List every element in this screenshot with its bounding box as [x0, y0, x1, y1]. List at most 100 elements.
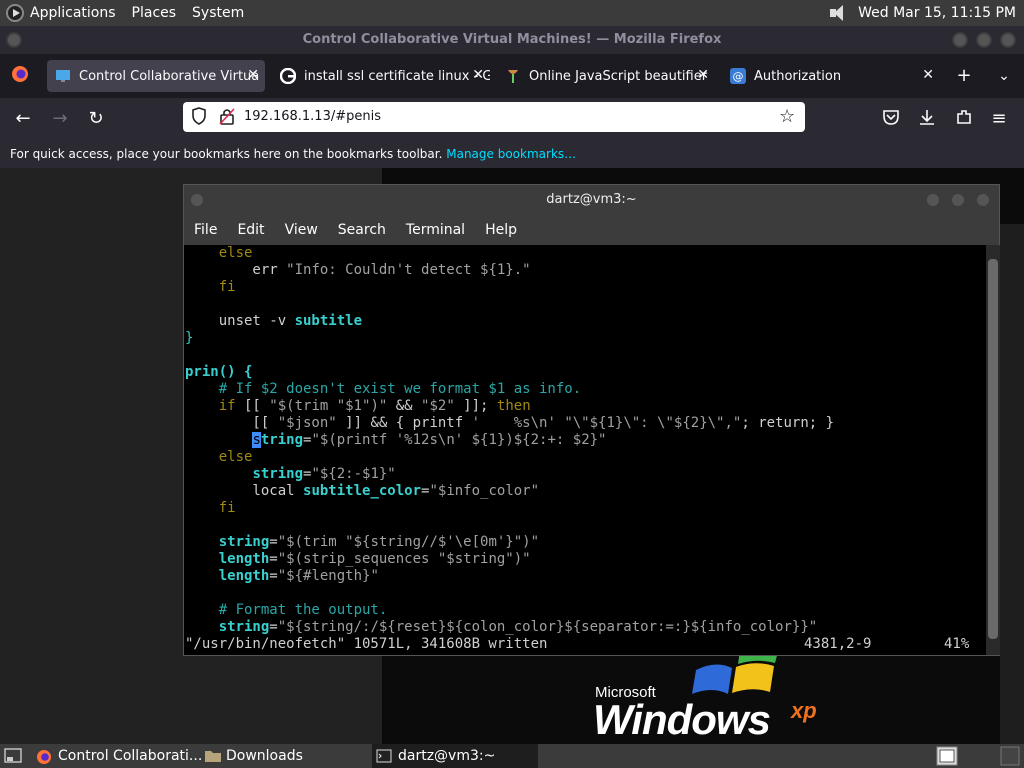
minimize-button[interactable] [952, 32, 968, 48]
menu-help[interactable]: Help [485, 222, 517, 238]
url-bar[interactable]: 192.168.1.13/#penis ☆ [183, 102, 805, 132]
terminal-minimize-button[interactable] [925, 192, 941, 208]
terminal-menubar: File Edit View Search Terminal Help [184, 215, 999, 245]
menu-terminal[interactable]: Terminal [406, 222, 465, 238]
taskbar-item-downloads[interactable]: Downloads [204, 744, 369, 768]
terminal-title: dartz@vm3:~ [546, 192, 637, 207]
code-line: length="${#length}" [218, 568, 379, 584]
tab-authorization[interactable]: @ Authorization ✕ [722, 60, 940, 92]
top-panel: Applications Places System Wed Mar 15, 1… [0, 0, 1024, 26]
show-desktop-icon[interactable] [4, 744, 28, 768]
code-line: prin() { [185, 364, 253, 380]
clock[interactable]: Wed Mar 15, 11:15 PM [858, 5, 1016, 21]
scrollbar-thumb[interactable] [988, 259, 998, 639]
terminal-icon [376, 749, 392, 763]
windows-xp-logo: Microsoft Windows xp [593, 650, 843, 745]
tab-bar: Control Collaborative Virtua ✕ install s… [0, 54, 1024, 98]
code-line: string="$(printf '%12s\n' ${1})${2:+: $2… [252, 432, 607, 448]
extensions-icon[interactable] [953, 108, 975, 130]
new-tab-icon[interactable]: + [953, 65, 975, 87]
menu-view[interactable]: View [285, 222, 318, 238]
code-line: } [185, 330, 194, 346]
gnome-foot-icon [6, 4, 24, 22]
code-line: length="$(strip_sequences "$string")" [218, 551, 531, 567]
terminal-window[interactable]: dartz@vm3:~ File Edit View Search Termin… [183, 184, 1000, 656]
vm-right-strip [1000, 224, 1024, 744]
tab-js-beautifier[interactable]: Online JavaScript beautifier ✕ [497, 60, 715, 92]
vim-cursor-position: 4381,2-9 [804, 636, 872, 652]
downloads-icon[interactable] [916, 108, 938, 130]
beautifier-icon [505, 68, 521, 84]
close-tab-icon[interactable]: ✕ [472, 67, 484, 83]
windows-flag-icon [692, 650, 778, 694]
code-line: err "Info: Couldn't detect ${1}." [185, 262, 531, 278]
taskbar-item-firefox[interactable]: Control Collaborati... [36, 744, 201, 768]
bookmarks-toolbar: For quick access, place your bookmarks h… [0, 140, 1024, 168]
close-tab-icon[interactable]: ✕ [697, 67, 709, 83]
close-tab-icon[interactable]: ✕ [922, 67, 934, 83]
workspace-2-icon[interactable] [1000, 744, 1020, 768]
vim-status-file: "/usr/bin/neofetch" 10571L, 341608B writ… [185, 636, 548, 652]
at-sign-icon: @ [730, 68, 746, 84]
code-line: fi [185, 500, 236, 516]
terminal-close-button[interactable] [975, 192, 991, 208]
url-text[interactable]: 192.168.1.13/#penis [244, 109, 381, 124]
reload-icon[interactable]: ↻ [85, 108, 107, 130]
places-menu[interactable]: Places [132, 5, 177, 21]
menu-search[interactable]: Search [338, 222, 386, 238]
tab-control-collaborative[interactable]: Control Collaborative Virtua ✕ [47, 60, 265, 92]
code-line: # Format the output. [185, 602, 388, 618]
monitor-icon [55, 68, 71, 84]
menu-edit[interactable]: Edit [237, 222, 264, 238]
workspace-switcher-icon[interactable] [936, 744, 960, 768]
list-all-tabs-icon[interactable]: ⌄ [993, 65, 1015, 87]
firefox-view-icon[interactable] [9, 65, 31, 87]
menu-file[interactable]: File [194, 222, 217, 238]
google-icon [279, 67, 297, 85]
tab-install-ssl[interactable]: install ssl certificate linux - G ✕ [272, 60, 490, 92]
close-tab-icon[interactable]: ✕ [247, 67, 259, 83]
code-line: [[ "$json" ]] && { printf ' %s\n' "\"${1… [185, 415, 835, 431]
terminal-screen[interactable]: else err "Info: Couldn't detect ${1}." f… [184, 245, 986, 655]
window-menu-button[interactable] [6, 32, 22, 48]
svg-text:@: @ [733, 70, 744, 83]
hamburger-menu-icon[interactable]: ≡ [988, 108, 1010, 130]
code-line: if [[ "$(trim "$1")" && "$2" ]]; then [185, 398, 531, 414]
code-line: else [185, 245, 253, 261]
firefox-icon [36, 749, 52, 764]
text-cursor: s [252, 432, 261, 448]
system-menu[interactable]: System [192, 5, 244, 21]
taskbar: Control Collaborati... Downloads dartz@v… [0, 744, 1024, 768]
shield-icon[interactable] [191, 107, 207, 129]
terminal-window-menu-button[interactable] [189, 192, 205, 208]
terminal-titlebar: dartz@vm3:~ [184, 185, 999, 215]
code-line: unset -v subtitle [185, 313, 363, 329]
terminal-maximize-button[interactable] [950, 192, 966, 208]
volume-icon[interactable] [828, 4, 850, 22]
code-line: string="${2:-$1}" [252, 466, 396, 482]
windows-wordmark: Windows [593, 696, 771, 743]
code-line: local subtitle_color="$info_color" [185, 483, 540, 499]
close-window-button[interactable] [1000, 32, 1016, 48]
forward-icon[interactable]: → [49, 108, 71, 130]
bookmark-star-icon[interactable]: ☆ [779, 106, 795, 127]
manage-bookmarks-link[interactable]: Manage bookmarks… [446, 147, 576, 161]
xp-wordmark: xp [791, 698, 817, 723]
insecure-lock-icon[interactable] [219, 108, 235, 129]
vim-scroll-percent: 41% [944, 636, 970, 652]
folder-icon [204, 749, 221, 763]
applications-menu[interactable]: Applications [6, 4, 116, 22]
back-icon[interactable]: ← [12, 108, 34, 130]
window-title: Control Collaborative Virtual Machines! … [302, 32, 722, 47]
pocket-icon[interactable] [880, 108, 902, 130]
nav-bar: ← → ↻ 192.168.1.13/#penis ☆ ≡ [0, 98, 1024, 140]
vim-status-line: "/usr/bin/neofetch" 10571L, 341608B writ… [184, 636, 986, 653]
taskbar-item-terminal[interactable]: dartz@vm3:~ [372, 744, 538, 768]
maximize-button[interactable] [976, 32, 992, 48]
code-line: # If $2 doesn't exist we format $1 as in… [185, 381, 582, 397]
terminal-scrollbar[interactable] [986, 245, 1000, 655]
